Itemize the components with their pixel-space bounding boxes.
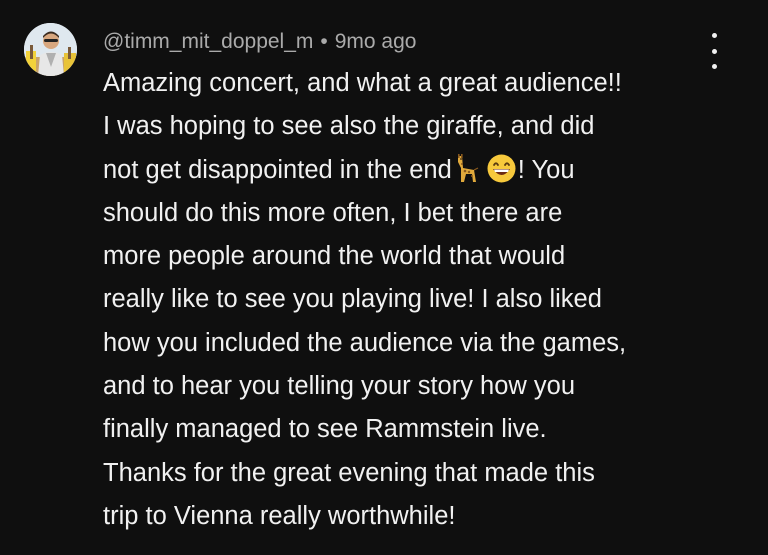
comment-line: Thanks for the great evening that made t…	[103, 458, 595, 487]
comment-meta: @timm_mit_doppel_m • 9mo ago	[103, 27, 416, 57]
comment-line: really like to see you playing live! I a…	[103, 285, 602, 314]
avatar[interactable]	[24, 23, 77, 76]
user-avatar-icon	[24, 23, 77, 76]
comment: @timm_mit_doppel_m • 9mo ago Amazing con…	[0, 0, 768, 555]
comment-line: finally managed to see Rammstein live.	[103, 415, 547, 444]
more-vertical-icon	[711, 33, 717, 38]
comment-line: trip to Vienna really worthwhile!	[103, 501, 456, 530]
grinning-face-emoji-icon	[485, 152, 518, 185]
comment-line: should do this more often, I bet there a…	[103, 198, 563, 227]
giraffe-emoji-icon	[452, 152, 485, 185]
comment-timestamp[interactable]: 9mo ago	[335, 30, 417, 54]
comment-line: Amazing concert, and what a great audien…	[103, 69, 622, 97]
comment-author[interactable]: @timm_mit_doppel_m	[103, 30, 313, 54]
comment-line-text: not get disappointed in the end	[103, 155, 452, 184]
meta-separator: •	[320, 30, 328, 53]
comment-line: more people around the world that would	[103, 242, 566, 271]
comment-line: I was hoping to see also the giraffe, an…	[103, 112, 595, 141]
comment-line: not get disappointed in the end ! You	[103, 149, 723, 192]
comment-text: Amazing concert, and what a great audien…	[103, 62, 723, 538]
comment-line-text: ! You	[517, 155, 575, 184]
menu-dot	[711, 48, 717, 54]
comment-line: how you included the audience via the ga…	[103, 328, 627, 357]
comment-line: and to hear you telling your story how y…	[103, 372, 576, 401]
